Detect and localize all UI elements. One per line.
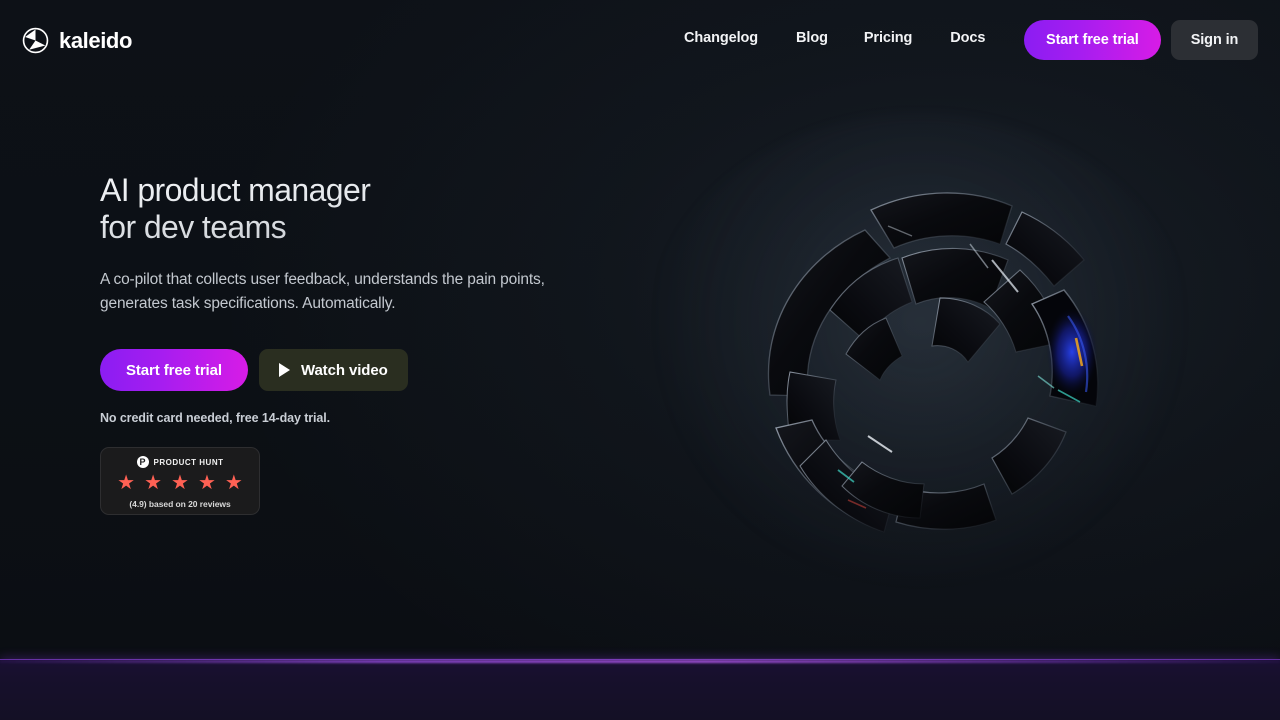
star-icon: ★ [144, 472, 163, 494]
play-icon [278, 363, 290, 377]
hero-watch-video-label: Watch video [300, 361, 388, 379]
brand-logo[interactable]: kaleido [22, 27, 132, 54]
hero-cta-note: No credit card needed, free 14-day trial… [100, 411, 331, 425]
hero-title: AI product manager for dev teams [100, 172, 620, 246]
product-hunt-stars: ★ ★ ★ ★ ★ [117, 473, 243, 493]
hero-content: AI product manager for dev teams A co-pi… [100, 172, 620, 515]
product-hunt-rating-text: (4.9) based on 20 reviews [129, 499, 231, 509]
hero-cta-row: Start free trial Watch video [100, 349, 620, 391]
top-navigation-bar: kaleido Changelog Blog Pricing Docs Star… [0, 0, 1280, 80]
next-section [0, 659, 1280, 720]
product-hunt-header: P PRODUCT HUNT [136, 456, 224, 468]
nav-links: Changelog Blog Pricing Docs [684, 30, 985, 46]
nav-link-blog[interactable]: Blog [796, 30, 828, 46]
star-icon: ★ [117, 472, 136, 494]
hero-section: kaleido Changelog Blog Pricing Docs Star… [0, 0, 1280, 659]
section-divider-glow [0, 660, 1280, 663]
nav-link-changelog[interactable]: Changelog [684, 30, 758, 46]
abstract-sphere-icon [767, 192, 1099, 533]
nav-link-docs[interactable]: Docs [950, 30, 985, 46]
hero-3d-graphic [640, 115, 1200, 585]
star-icon: ★ [197, 472, 216, 494]
hero-title-line-2: for dev teams [100, 209, 287, 245]
nav-link-pricing[interactable]: Pricing [864, 30, 913, 46]
hero-watch-video-button[interactable]: Watch video [258, 349, 408, 391]
kaleido-logo-icon [22, 27, 49, 54]
product-hunt-badge[interactable]: P PRODUCT HUNT ★ ★ ★ ★ ★ (4.9) based on … [100, 447, 260, 515]
nav-start-free-trial-button[interactable]: Start free trial [1024, 20, 1161, 60]
product-hunt-logo-icon: P [136, 456, 149, 468]
star-icon: ★ [171, 472, 189, 494]
brand-name: kaleido [59, 27, 133, 53]
nav-actions: Start free trial Sign in [1024, 20, 1259, 60]
hero-start-free-trial-button[interactable]: Start free trial [100, 349, 248, 391]
hero-subtitle: A co-pilot that collects user feedback, … [100, 271, 545, 312]
star-icon: ★ [224, 472, 243, 494]
nav-sign-in-button[interactable]: Sign in [1170, 20, 1259, 60]
product-hunt-label: PRODUCT HUNT [153, 457, 224, 467]
landing-page: kaleido Changelog Blog Pricing Docs Star… [0, 0, 1280, 720]
hero-title-line-1: AI product manager [100, 172, 371, 208]
